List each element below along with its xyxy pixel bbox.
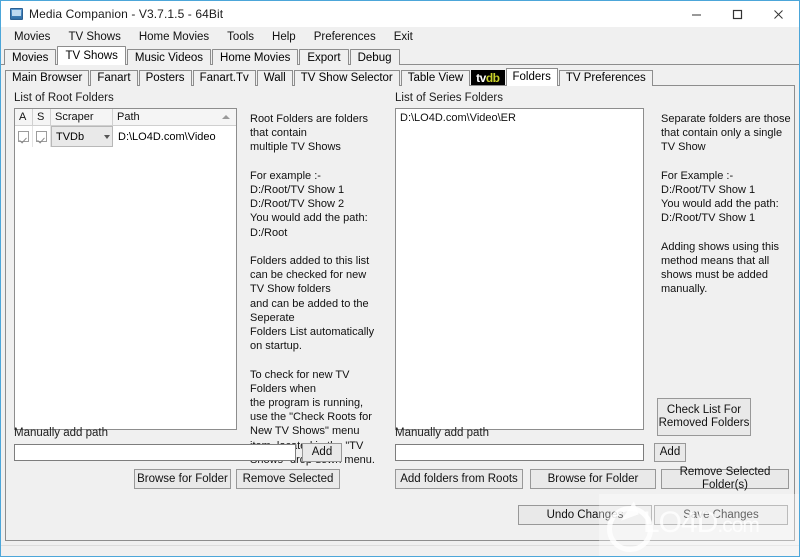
tab-tv-preferences[interactable]: TV Preferences: [558, 70, 653, 86]
tvdb-logo-db: db: [485, 71, 500, 85]
mode-tab-movies[interactable]: Movies: [4, 49, 57, 65]
tvdb-logo-tv: tv: [476, 71, 486, 85]
root-folders-help-text: Root Folders are folders that contain mu…: [250, 113, 375, 466]
mode-tab-debug[interactable]: Debug: [349, 49, 400, 65]
root-folders-label: List of Root Folders: [14, 92, 114, 104]
mode-tab-tv-shows[interactable]: TV Shows: [57, 46, 126, 65]
tab-posters[interactable]: Posters: [138, 70, 192, 86]
tab-wall[interactable]: Wall: [256, 70, 293, 86]
root-remove-selected-button[interactable]: Remove Selected: [236, 469, 340, 489]
row-active-cell[interactable]: [15, 126, 33, 147]
checkbox-active[interactable]: [18, 131, 29, 142]
root-manual-add-input[interactable]: [14, 444, 296, 461]
application-window: Media Companion - V3.7.1.5 - 64Bit Movie…: [0, 0, 800, 557]
menu-item-help[interactable]: Help: [263, 29, 305, 45]
root-manual-add-label-wrap: Manually add path: [14, 427, 108, 439]
tab-fanart[interactable]: Fanart: [90, 70, 138, 86]
menu-item-tools[interactable]: Tools: [218, 29, 263, 45]
tab-table-view[interactable]: Table View: [400, 70, 471, 86]
undo-changes-button[interactable]: Undo Changes: [518, 505, 652, 525]
series-manual-add-input[interactable]: [395, 444, 644, 461]
series-manual-add-label: Manually add path: [395, 427, 489, 439]
app-monitor-icon: [10, 8, 23, 20]
root-browse-for-folder-button[interactable]: Browse for Folder: [134, 469, 231, 489]
tab-main-browser[interactable]: Main Browser: [5, 70, 90, 86]
tab-host: Main Browser Fanart Posters Fanart.Tv Wa…: [5, 68, 795, 541]
add-folders-from-roots-button[interactable]: Add folders from Roots: [395, 469, 523, 489]
menu-item-movies[interactable]: Movies: [5, 29, 59, 45]
mode-tab-home-movies[interactable]: Home Movies: [212, 49, 299, 65]
series-browse-for-folder-button[interactable]: Browse for Folder: [530, 469, 656, 489]
mode-tab-strip: Movies TV Shows Music Videos Home Movies…: [1, 46, 799, 65]
column-header-path[interactable]: Path: [113, 109, 236, 125]
tab-fanart-tv[interactable]: Fanart.Tv: [192, 70, 256, 86]
series-folders-label: List of Series Folders: [395, 92, 504, 104]
root-add-button[interactable]: Add: [302, 443, 342, 462]
scraper-value: TVDb: [56, 130, 85, 143]
row-path-cell[interactable]: D:\LO4D.com\Video: [113, 126, 236, 147]
menu-item-exit[interactable]: Exit: [385, 29, 422, 45]
menu-item-preferences[interactable]: Preferences: [305, 29, 385, 45]
root-folders-grid-header: A S Scraper Path: [15, 109, 236, 126]
check-list-line-2: Removed Folders: [658, 417, 750, 429]
menu-item-home-movies[interactable]: Home Movies: [130, 29, 218, 45]
series-manual-add-label-wrap: Manually add path: [395, 427, 489, 439]
mode-tab-export[interactable]: Export: [299, 49, 349, 65]
check-list-for-removed-folders-button[interactable]: Check List For Removed Folders: [657, 398, 751, 436]
series-folders-listbox[interactable]: D:\LO4D.com\Video\ER: [395, 108, 644, 430]
check-list-line-1: Check List For: [666, 404, 742, 416]
row-scan-cell[interactable]: [33, 126, 51, 147]
column-header-scraper[interactable]: Scraper: [51, 109, 113, 125]
sort-ascending-icon: [222, 115, 230, 119]
title-bar: Media Companion - V3.7.1.5 - 64Bit: [1, 1, 799, 27]
window-title: Media Companion - V3.7.1.5 - 64Bit: [29, 7, 224, 21]
content-tab-strip: Main Browser Fanart Posters Fanart.Tv Wa…: [5, 68, 795, 86]
close-icon[interactable]: [758, 1, 799, 27]
maximize-icon[interactable]: [717, 1, 758, 27]
column-header-path-label: Path: [117, 111, 140, 123]
root-folders-grid[interactable]: A S Scraper Path TVDb D:\LO4D.com\Video: [14, 108, 237, 430]
tab-folders[interactable]: Folders: [505, 68, 558, 86]
menu-bar: Movies TV Shows Home Movies Tools Help P…: [1, 27, 799, 46]
minimize-icon[interactable]: [676, 1, 717, 27]
column-header-s[interactable]: S: [33, 109, 51, 125]
root-folders-panel: List of Root Folders A S Scraper Path TV…: [14, 92, 384, 466]
chevron-down-icon: [104, 134, 110, 139]
scraper-dropdown[interactable]: TVDb: [51, 126, 113, 147]
root-manual-add-label: Manually add path: [14, 427, 108, 439]
menu-item-tv-shows[interactable]: TV Shows: [59, 29, 129, 45]
list-item[interactable]: D:\LO4D.com\Video\ER: [396, 111, 643, 125]
table-row[interactable]: TVDb D:\LO4D.com\Video: [15, 126, 236, 147]
tab-tv-show-selector[interactable]: TV Show Selector: [293, 70, 400, 86]
tab-tvdb-logo[interactable]: tv db: [471, 70, 505, 86]
folders-tab-page: List of Root Folders A S Scraper Path TV…: [5, 85, 795, 541]
mode-tab-music-videos[interactable]: Music Videos: [126, 49, 212, 65]
series-remove-selected-folders-button[interactable]: Remove Selected Folder(s): [661, 466, 789, 491]
series-folders-panel: List of Series Folders D:\LO4D.com\Video…: [395, 92, 791, 430]
series-add-button[interactable]: Add: [654, 443, 686, 462]
column-header-a[interactable]: A: [15, 109, 33, 125]
status-bar: [1, 545, 799, 556]
window-controls: [676, 1, 799, 27]
checkbox-scan[interactable]: [36, 131, 47, 142]
series-folders-help-text: Separate folders are those that contain …: [661, 113, 791, 296]
save-changes-button[interactable]: Save Changes: [654, 505, 788, 525]
